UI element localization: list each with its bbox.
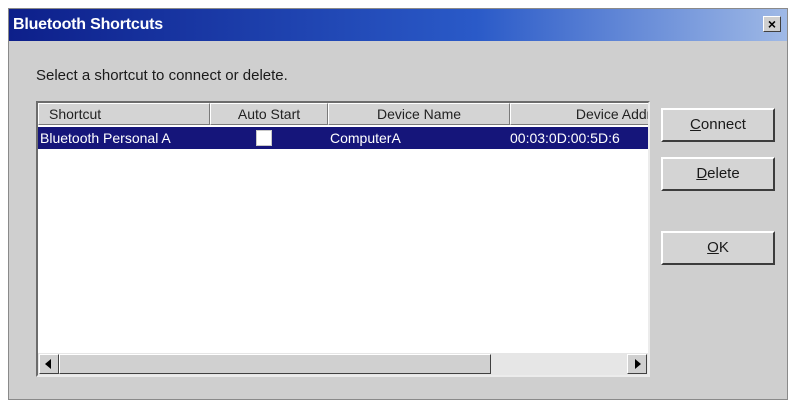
connect-button[interactable]: Connect — [661, 108, 775, 142]
instruction-text: Select a shortcut to connect or delete. — [36, 67, 288, 84]
column-header-shortcut[interactable]: Shortcut — [38, 103, 210, 125]
column-header-device-address[interactable]: Device Addre: — [510, 103, 648, 125]
cell-auto-start — [256, 127, 276, 149]
list-row[interactable]: Bluetooth Personal A ComputerA 00:03:0D:… — [38, 127, 648, 149]
ok-label: K — [718, 239, 729, 256]
list-header: Shortcut Auto Start Device Name Device A… — [38, 103, 648, 125]
scroll-left-arrow-icon — [45, 359, 51, 369]
window-title: Bluetooth Shortcuts — [13, 16, 163, 33]
scroll-thumb[interactable] — [59, 354, 491, 374]
close-button[interactable]: × — [763, 16, 781, 32]
column-header-device-name[interactable]: Device Name — [328, 103, 510, 125]
cell-device-name: ComputerA — [330, 130, 401, 146]
connect-label: onnect — [700, 116, 746, 133]
connect-accel: C — [690, 116, 701, 133]
ok-accel: O — [707, 239, 719, 256]
delete-button[interactable]: Delete — [661, 157, 775, 191]
bluetooth-shortcuts-dialog: Bluetooth Shortcuts × Select a shortcut … — [8, 8, 788, 400]
horizontal-scrollbar[interactable] — [38, 353, 648, 375]
auto-start-checkbox[interactable] — [256, 130, 272, 146]
cell-device-address: 00:03:0D:00:5D:6 — [510, 130, 620, 146]
delete-label: elete — [707, 165, 740, 182]
ok-button[interactable]: OK — [661, 231, 775, 265]
column-header-auto-start[interactable]: Auto Start — [210, 103, 328, 125]
scroll-right-arrow-icon — [635, 359, 641, 369]
close-icon: × — [767, 16, 777, 32]
scroll-left-button[interactable] — [39, 354, 59, 374]
shortcut-list[interactable]: Shortcut Auto Start Device Name Device A… — [36, 101, 650, 377]
delete-accel: D — [696, 165, 708, 182]
cell-shortcut: Bluetooth Personal A — [40, 130, 171, 146]
scroll-right-button[interactable] — [627, 354, 647, 374]
title-bar[interactable]: Bluetooth Shortcuts × — [9, 9, 787, 41]
